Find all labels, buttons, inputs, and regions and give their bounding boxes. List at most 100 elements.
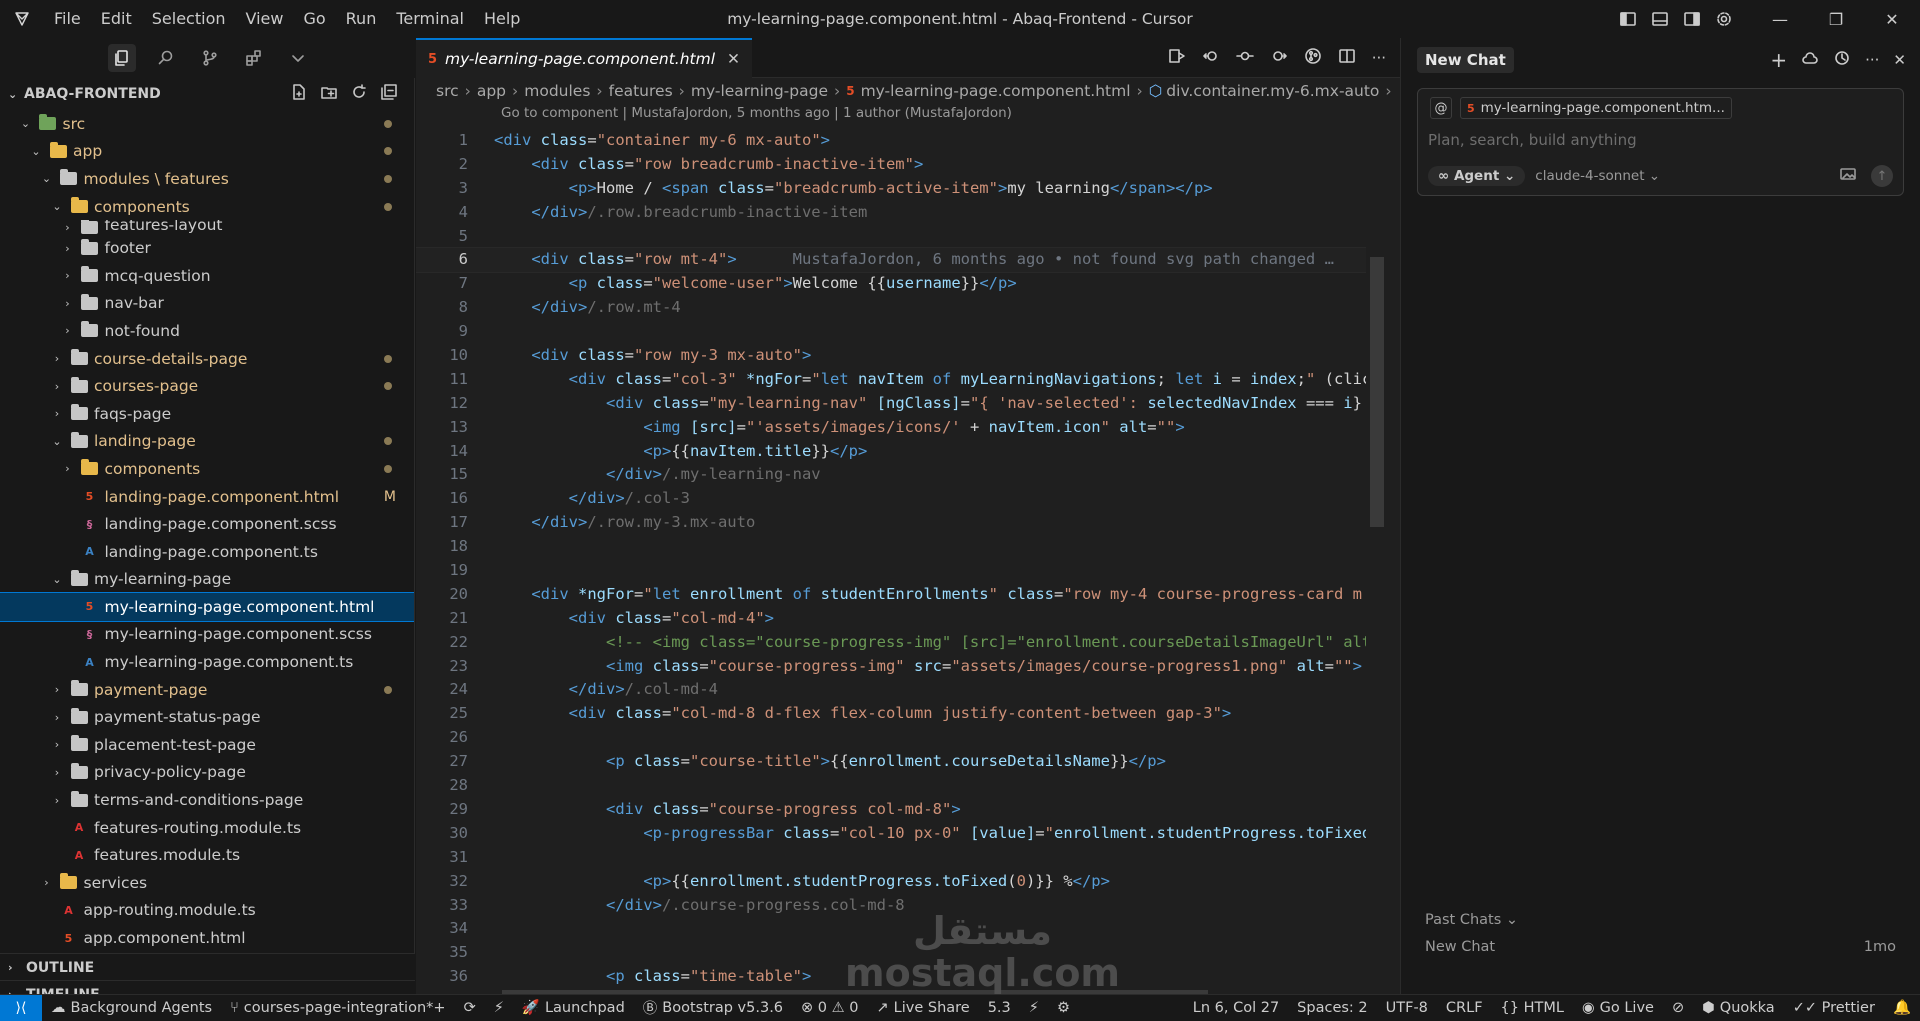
tree-item[interactable]: › mcq-question bbox=[0, 262, 414, 290]
tree-item[interactable]: ⌄ app bbox=[0, 138, 414, 166]
cloud-icon[interactable] bbox=[1801, 49, 1819, 71]
new-folder-icon[interactable] bbox=[320, 83, 338, 105]
maximize-button[interactable]: ❐ bbox=[1808, 10, 1864, 29]
past-chat-item[interactable]: New Chat 1mo bbox=[1425, 939, 1896, 955]
tree-item[interactable]: ⌄ components bbox=[0, 193, 414, 221]
source-control-icon[interactable] bbox=[196, 44, 224, 72]
tree-item[interactable]: › features-layout bbox=[0, 220, 414, 234]
go-back-icon[interactable] bbox=[1202, 47, 1220, 69]
breadcrumb-modules[interactable]: modules bbox=[524, 82, 590, 100]
breadcrumb-src[interactable]: src bbox=[436, 82, 459, 100]
tree-item[interactable]: › terms-and-conditions-page bbox=[0, 786, 414, 814]
status-go-live[interactable]: ◉ Go Live bbox=[1573, 999, 1663, 1016]
outline-section[interactable]: › OUTLINE bbox=[0, 953, 415, 981]
code-line[interactable]: 19 bbox=[416, 559, 1384, 583]
breadcrumb-my-learning-page[interactable]: my-learning-page bbox=[691, 82, 828, 100]
code-line[interactable]: 26 bbox=[416, 726, 1384, 750]
tree-item[interactable]: › footer bbox=[0, 234, 414, 262]
new-file-icon[interactable] bbox=[290, 83, 308, 105]
search-icon[interactable] bbox=[152, 44, 180, 72]
history-icon[interactable] bbox=[1833, 49, 1851, 71]
tree-item[interactable]: Amy-learning-page.component.ts bbox=[0, 648, 414, 676]
more-views-chevron-down-icon[interactable] bbox=[284, 44, 312, 72]
split-editor-icon[interactable] bbox=[1338, 47, 1356, 69]
collapse-all-icon[interactable] bbox=[380, 83, 398, 105]
code-line[interactable]: 13 <img [src]="'assets/images/icons/' + … bbox=[416, 416, 1384, 440]
tree-item[interactable]: › not-found bbox=[0, 317, 414, 345]
status-background-agents[interactable]: ☁ Background Agents bbox=[42, 1000, 221, 1016]
code-line[interactable]: 23 <img class="course-progress-img" src=… bbox=[416, 655, 1384, 679]
status-indentation[interactable]: Spaces: 2 bbox=[1288, 999, 1376, 1016]
tree-item[interactable]: § landing-page.component.scss bbox=[0, 510, 414, 538]
status-git-branch[interactable]: ⑂ courses-page-integration*+ bbox=[221, 1000, 454, 1016]
code-line[interactable]: 3 <p>Home / <span class="breadcrumb-acti… bbox=[416, 177, 1384, 201]
tree-item[interactable]: ⌄ my-learning-page bbox=[0, 566, 414, 594]
close-icon[interactable]: ✕ bbox=[1893, 51, 1906, 69]
tree-item[interactable]: § my-learning-page.component.scss bbox=[0, 621, 414, 649]
status-eol[interactable]: CRLF bbox=[1437, 999, 1492, 1016]
tree-item[interactable]: › payment-page bbox=[0, 676, 414, 704]
notifications-bell-icon[interactable]: 🔔 bbox=[1884, 999, 1920, 1016]
tree-item[interactable]: › components bbox=[0, 455, 414, 483]
tree-item[interactable]: Alanding-page.component.ts bbox=[0, 538, 414, 566]
tree-item[interactable]: Afeatures-routing.module.ts bbox=[0, 814, 414, 842]
toggle-primary-sidebar-icon[interactable] bbox=[1612, 10, 1644, 28]
open-preview-icon[interactable] bbox=[1168, 47, 1186, 69]
status-version[interactable]: 5.3 bbox=[979, 1000, 1020, 1016]
code-line[interactable]: 7 <p class="welcome-user">Welcome {{user… bbox=[416, 272, 1384, 296]
code-line[interactable]: 20 <div *ngFor="let enrollment of studen… bbox=[416, 583, 1384, 607]
explorer-header[interactable]: ⌄ ABAQ-FRONTEND bbox=[0, 78, 414, 110]
code-line[interactable]: 4 </div>/.row.breadcrumb-inactive-item bbox=[416, 201, 1384, 225]
explorer-files-icon[interactable] bbox=[108, 44, 136, 72]
codelens-blame[interactable]: Go to component | MustafaJordon, 5 month… bbox=[416, 104, 1400, 122]
code-line[interactable]: 28 bbox=[416, 774, 1384, 798]
tree-item[interactable]: › payment-status-page bbox=[0, 703, 414, 731]
status-bolt[interactable]: ⚡ bbox=[1020, 1000, 1048, 1016]
code-line[interactable]: 31 bbox=[416, 846, 1384, 870]
refresh-icon[interactable] bbox=[350, 83, 368, 105]
code-line[interactable]: 14 <p>{{navItem.title}}</p> bbox=[416, 440, 1384, 464]
toggle-secondary-sidebar-icon[interactable] bbox=[1676, 10, 1708, 28]
code-line[interactable]: 16 </div>/.col-3 bbox=[416, 487, 1384, 511]
tree-item[interactable]: 5 my-learning-page.component.html bbox=[0, 592, 414, 622]
extensions-icon[interactable] bbox=[240, 44, 268, 72]
vertical-scrollbar[interactable] bbox=[1370, 257, 1384, 527]
tree-item[interactable]: ⌄ src bbox=[0, 110, 414, 138]
code-line[interactable]: 2 <div class="row breadcrumb-inactive-it… bbox=[416, 153, 1384, 177]
chat-tab-new-chat[interactable]: New Chat bbox=[1417, 47, 1514, 73]
code-line[interactable]: 10 <div class="row my-3 mx-auto"> bbox=[416, 344, 1384, 368]
menu-terminal[interactable]: Terminal bbox=[386, 0, 474, 38]
status-encoding[interactable]: UTF-8 bbox=[1377, 999, 1437, 1016]
model-selector[interactable]: claude-4-sonnet ⌄ bbox=[1535, 168, 1660, 184]
menu-selection[interactable]: Selection bbox=[142, 0, 236, 38]
status-prettier[interactable]: ✓✓ Prettier bbox=[1784, 999, 1884, 1016]
status-gear[interactable]: ⚙ bbox=[1048, 1000, 1079, 1016]
tree-item[interactable]: 5 landing-page.component.html M bbox=[0, 483, 414, 511]
past-chats-header[interactable]: Past Chats ⌄ bbox=[1425, 912, 1518, 928]
minimap[interactable] bbox=[1366, 129, 1384, 997]
breadcrumb-file[interactable]: my-learning-page.component.html bbox=[861, 82, 1131, 100]
chat-input[interactable] bbox=[1428, 131, 1868, 149]
close-tab-icon[interactable]: ✕ bbox=[727, 50, 740, 68]
status-bootstrap[interactable]: Ⓑ Bootstrap v5.3.6 bbox=[634, 997, 792, 1018]
tree-item[interactable]: › services bbox=[0, 869, 414, 897]
tree-item[interactable]: ⌄ landing-page bbox=[0, 428, 414, 456]
code-line[interactable]: 24 </div>/.col-md-4 bbox=[416, 678, 1384, 702]
menu-edit[interactable]: Edit bbox=[91, 0, 142, 38]
agent-mode-dropdown[interactable]: ∞ Agent ⌄ bbox=[1428, 166, 1526, 186]
git-commit-icon[interactable] bbox=[1235, 47, 1254, 69]
context-file-chip[interactable]: 5 my-learning-page.component.htm... bbox=[1460, 97, 1732, 119]
status-quokka[interactable]: ⬢ Quokka bbox=[1693, 999, 1784, 1016]
status-problems[interactable]: ⊗ 0 ⚠ 0 bbox=[792, 1000, 867, 1016]
toggle-panel-icon[interactable] bbox=[1644, 10, 1676, 28]
code-line[interactable]: 5 bbox=[416, 225, 1384, 249]
menu-file[interactable]: File bbox=[44, 0, 91, 38]
menu-help[interactable]: Help bbox=[474, 0, 530, 38]
code-line[interactable]: 1 <div class="container my-6 mx-auto"> bbox=[416, 129, 1384, 153]
tree-item[interactable]: Afeatures.module.ts bbox=[0, 841, 414, 869]
send-arrow-icon[interactable]: ↑ bbox=[1871, 165, 1893, 187]
tree-item[interactable]: ⌄ modules \ features bbox=[0, 165, 414, 193]
code-editor[interactable]: 1 <div class="container my-6 mx-auto"> 2 <… bbox=[416, 129, 1384, 1001]
code-line[interactable]: 32 <p>{{enrollment.studentProgress.toFix… bbox=[416, 870, 1384, 894]
code-line[interactable]: 22 <!-- <img class="course-progress-img"… bbox=[416, 631, 1384, 655]
